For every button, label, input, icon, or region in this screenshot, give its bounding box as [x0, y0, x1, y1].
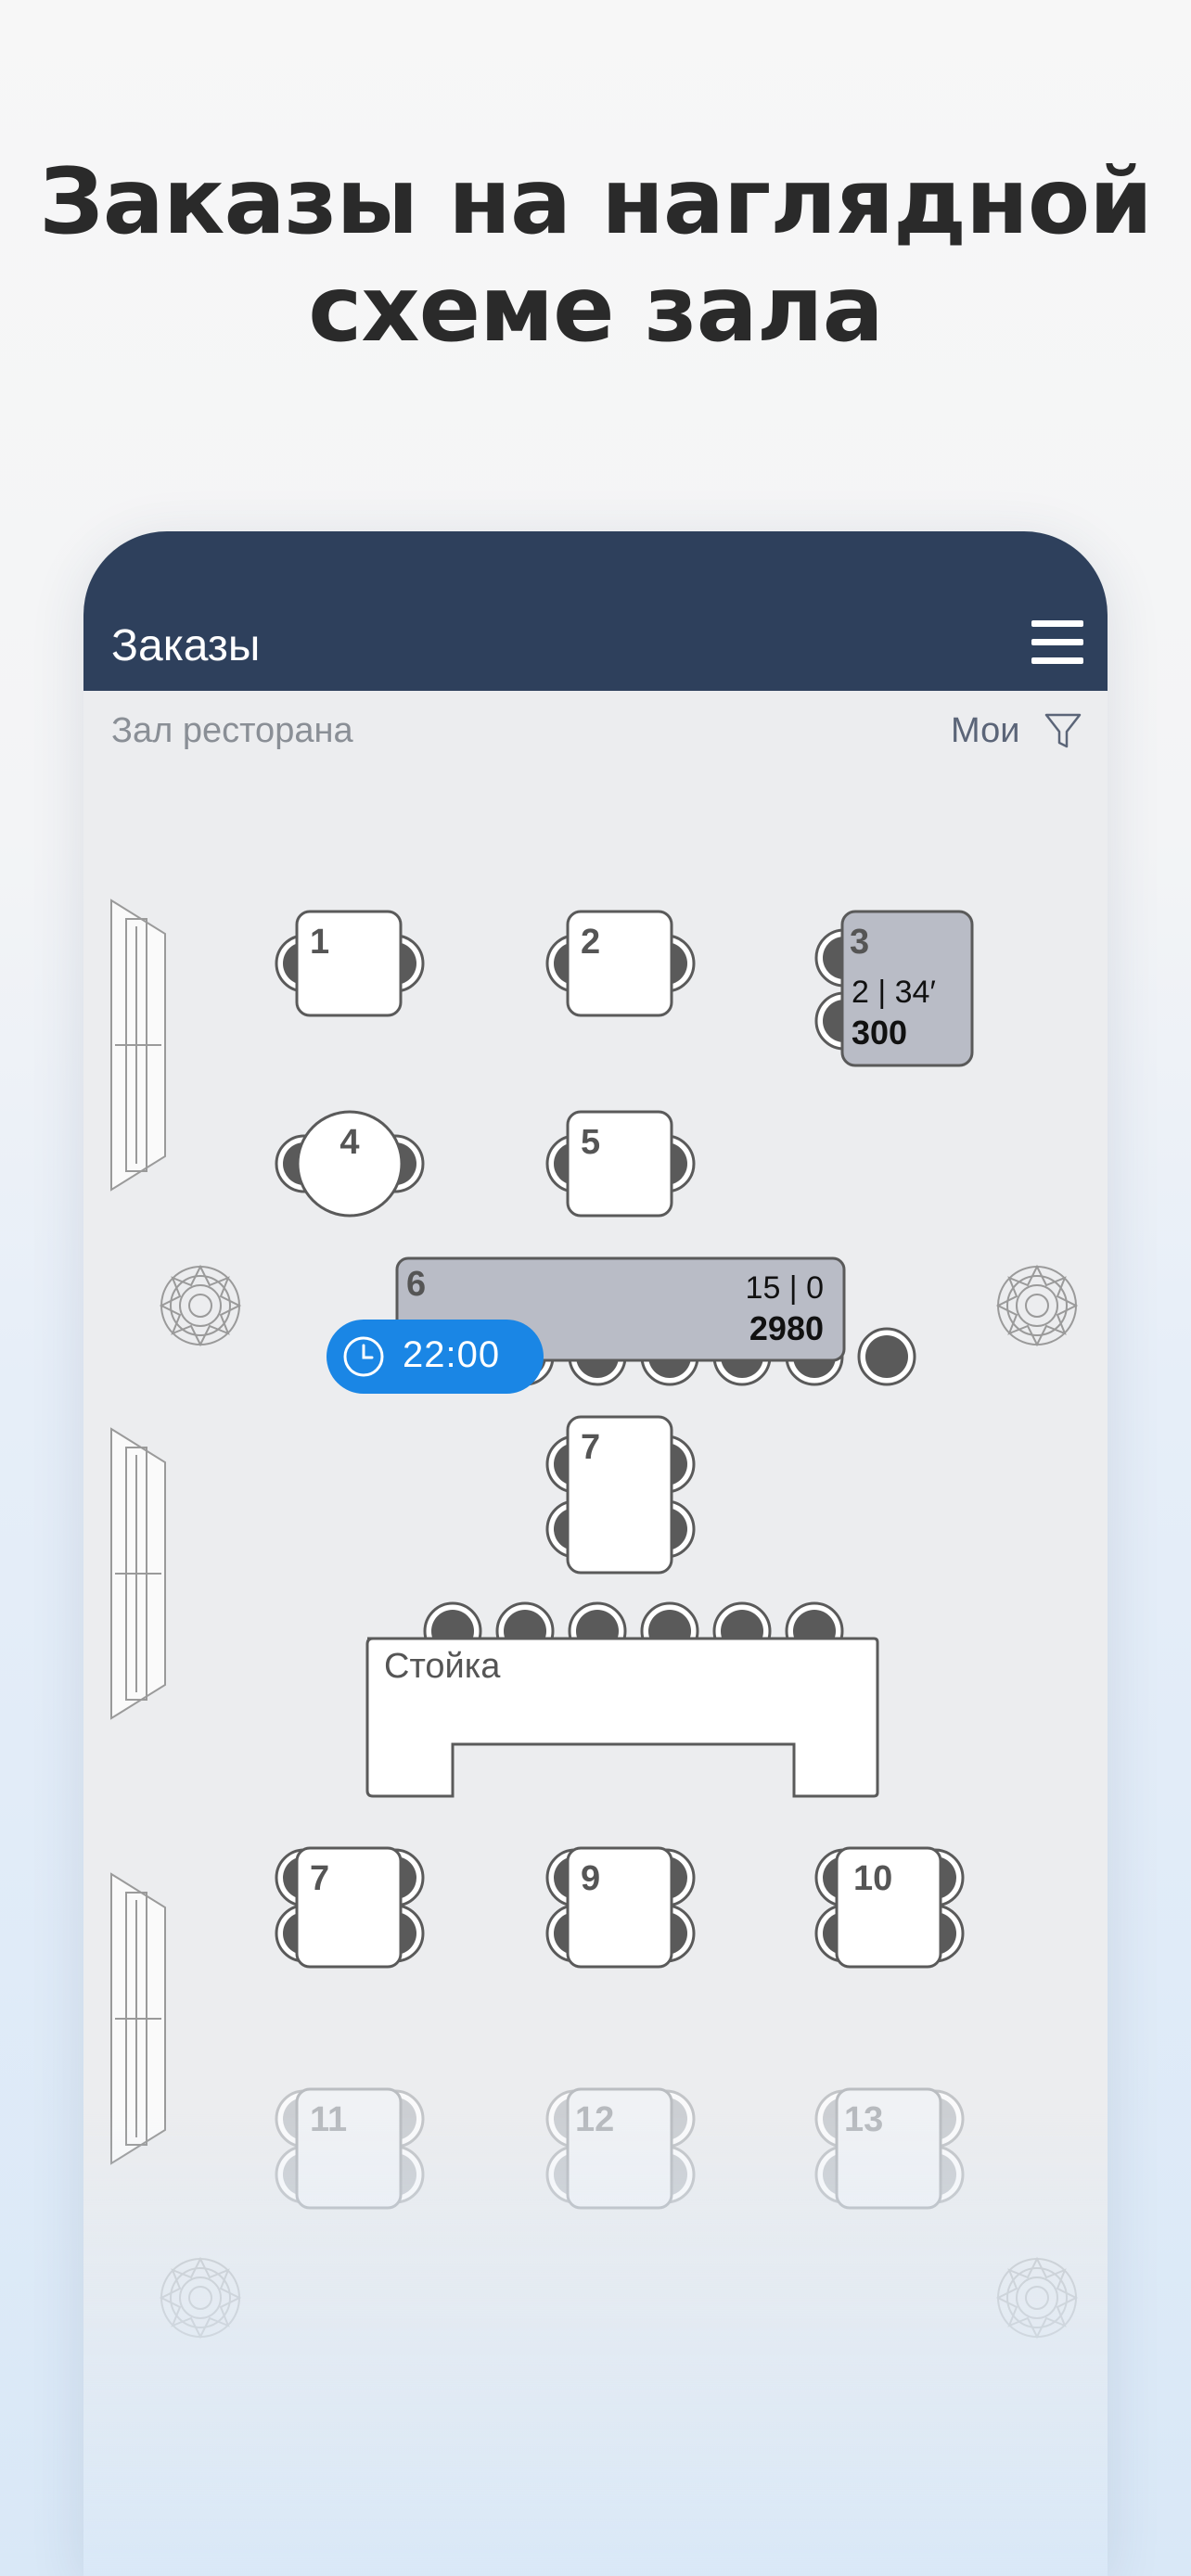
- table-number: 3: [850, 923, 869, 962]
- table-9[interactable]: 9: [545, 1846, 696, 1969]
- headline-line-1: Заказы на наглядной: [39, 149, 1153, 255]
- bar-counter[interactable]: [365, 1601, 879, 1798]
- table-number: 6: [406, 1265, 426, 1304]
- table-guests-orders: 15 | 0: [746, 1270, 824, 1306]
- headline-line-2: схеме зала: [308, 257, 883, 363]
- table-number: 11: [310, 2100, 347, 2139]
- flower-decor-1: [160, 1266, 240, 1345]
- reservation-time-chip[interactable]: 22:00: [327, 1320, 544, 1394]
- bar-counter-label: Стойка: [384, 1647, 501, 1686]
- table-number: 1: [310, 923, 329, 962]
- floor-plan: 1 2 3 2 | 34′ 300 4 5 6 15 | 0 2980 7 7 …: [110, 899, 1077, 2338]
- table-number: 7: [581, 1428, 600, 1467]
- phone-screen: Заказы Зал ресторана Мои 1 2 3 2 | 34′ 3…: [83, 531, 1108, 2576]
- reservation-time: 22:00: [403, 1334, 501, 1375]
- table-10[interactable]: 10: [814, 1846, 965, 1969]
- clock-icon: [343, 1336, 384, 1377]
- window-decor-3: [110, 1873, 166, 2164]
- window-decor-1: [110, 899, 166, 1191]
- flower-decor-2: [997, 1266, 1077, 1345]
- flower-decor-4: [997, 2258, 1077, 2338]
- table-5[interactable]: 5: [545, 1110, 696, 1218]
- table-7-lower[interactable]: 7: [275, 1846, 425, 1969]
- table-13[interactable]: 13: [814, 2087, 965, 2210]
- table-7-upper[interactable]: 7: [545, 1415, 696, 1575]
- table-amount: 2980: [749, 1309, 824, 1347]
- table-number: 10: [853, 1859, 892, 1898]
- table-number: 9: [581, 1859, 600, 1898]
- window-decor-2: [110, 1428, 166, 1719]
- table-number: 5: [581, 1123, 600, 1162]
- table-3[interactable]: 3 2 | 34′ 300: [814, 910, 974, 1067]
- table-number: 7: [310, 1859, 329, 1898]
- table-1[interactable]: 1: [275, 910, 425, 1017]
- promo-headline: Заказы на наглядной схеме зала: [0, 148, 1191, 363]
- table-number: 13: [844, 2100, 883, 2139]
- table-number: 2: [581, 923, 600, 962]
- table-12[interactable]: 12: [545, 2087, 696, 2210]
- table-2[interactable]: 2: [545, 910, 696, 1017]
- table-number: 4: [339, 1123, 359, 1162]
- flower-decor-3: [160, 2258, 240, 2338]
- table-4[interactable]: 4: [275, 1110, 425, 1218]
- table-guests-time: 2 | 34′: [852, 975, 936, 1010]
- table-amount: 300: [852, 1014, 907, 1052]
- table-11[interactable]: 11: [275, 2087, 425, 2210]
- table-number: 12: [575, 2100, 614, 2139]
